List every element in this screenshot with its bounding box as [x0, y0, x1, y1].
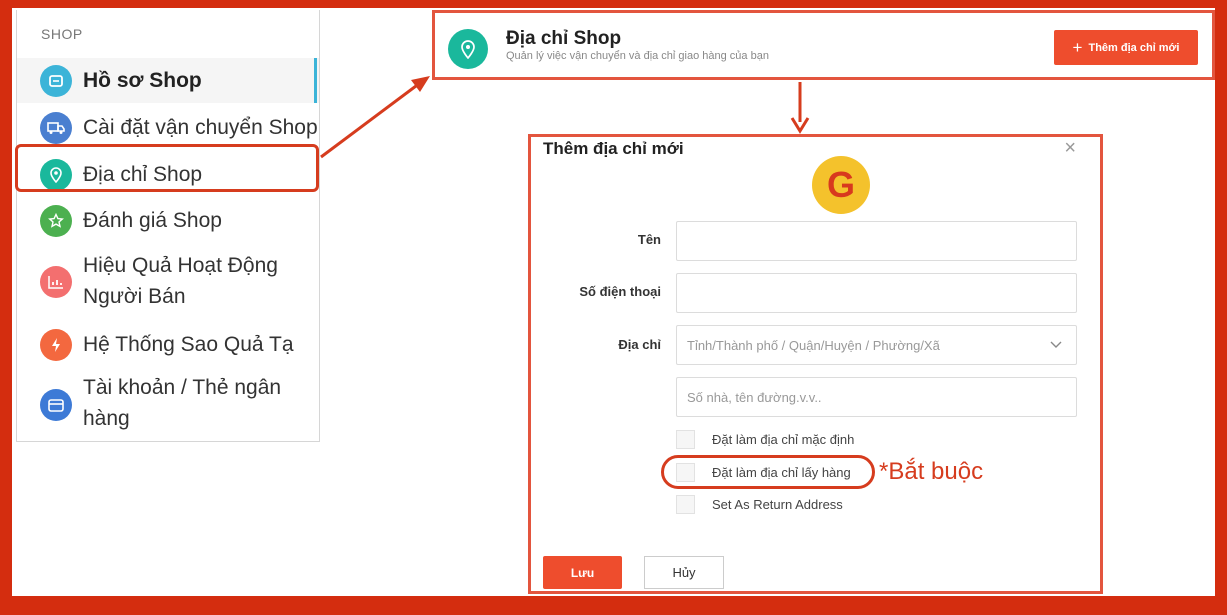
- sidebar-item-star-system[interactable]: Hệ Thống Sao Quả Tạ: [17, 326, 319, 366]
- sidebar-item-shop-rating[interactable]: Đánh giá Shop: [17, 202, 319, 242]
- sidebar-item-label: Hồ sơ Shop: [83, 69, 202, 92]
- return-address-label: Set As Return Address: [712, 497, 843, 512]
- return-address-checkbox[interactable]: [676, 495, 695, 514]
- dialog-title: Thêm địa chỉ mới: [543, 139, 684, 158]
- region-select[interactable]: Tỉnh/Thành phố / Quận/Huyện / Phường/Xã: [676, 325, 1077, 365]
- sidebar-item-label: Tài khoản / Thẻ ngân: [83, 376, 282, 399]
- default-address-row[interactable]: Đặt làm địa chỉ mặc định: [676, 430, 854, 449]
- shop-address-header: Địa chỉ Shop Quản lý việc vận chuyển và …: [432, 10, 1215, 80]
- sidebar-item-shop-profile[interactable]: Hồ sơ Shop: [17, 58, 319, 103]
- card-icon: [40, 389, 72, 421]
- return-address-row[interactable]: Set As Return Address: [676, 495, 843, 514]
- name-label: Tên: [637, 232, 661, 247]
- sidebar: SHOP Hồ sơ Shop Cài đặt vận chuyển Shop …: [16, 10, 320, 442]
- default-address-label: Đặt làm địa chỉ mặc định: [712, 432, 855, 447]
- phone-label: Số điện thoại: [579, 284, 661, 299]
- sidebar-item-seller-performance[interactable]: Hiệu Quả Hoạt Động Người Bán: [17, 250, 319, 314]
- sidebar-item-label: Hiệu Quả Hoạt Động: [83, 254, 278, 277]
- close-icon[interactable]: ×: [1064, 137, 1076, 160]
- add-address-label: Thêm địa chỉ mới: [1088, 41, 1180, 54]
- page-subtitle: Quản lý việc vận chuyển và địa chỉ giao …: [506, 50, 769, 62]
- highlight-shop-address: [15, 144, 319, 192]
- page-title: Địa chỉ Shop: [506, 28, 622, 49]
- address-label: Địa chỉ: [618, 337, 661, 352]
- add-address-dialog: Thêm địa chỉ mới × G Tên Số điện thoại Đ…: [528, 134, 1103, 594]
- name-field[interactable]: [676, 221, 1077, 261]
- sidebar-header: SHOP: [41, 26, 83, 42]
- sidebar-item-label: Đánh giá Shop: [83, 209, 222, 232]
- street-placeholder: Số nhà, tên đường.v.v..: [687, 389, 822, 405]
- phone-field[interactable]: [676, 273, 1077, 313]
- region-placeholder: Tỉnh/Thành phố / Quận/Huyện / Phường/Xã: [687, 337, 940, 353]
- profile-icon: [40, 65, 72, 97]
- cancel-button[interactable]: Hủy: [644, 556, 724, 589]
- required-note: *Bắt buộc: [879, 458, 984, 485]
- add-address-button[interactable]: + Thêm địa chỉ mới: [1054, 30, 1198, 65]
- sidebar-item-label-line2: hàng: [83, 407, 130, 430]
- required-highlight: [661, 455, 875, 489]
- truck-icon: [40, 112, 72, 144]
- save-button[interactable]: Lưu: [543, 556, 622, 589]
- lightning-icon: [40, 329, 72, 361]
- sidebar-item-bank-account[interactable]: Tài khoản / Thẻ ngân hàng: [17, 372, 319, 436]
- chart-icon: [40, 266, 72, 298]
- star-icon: [40, 205, 72, 237]
- chevron-down-icon: [1050, 337, 1062, 352]
- default-address-checkbox[interactable]: [676, 430, 695, 449]
- active-indicator: [314, 58, 317, 103]
- sidebar-item-label-line2: Người Bán: [83, 285, 186, 308]
- street-field[interactable]: Số nhà, tên đường.v.v..: [676, 377, 1077, 417]
- sidebar-item-label: Hệ Thống Sao Quả Tạ: [83, 333, 294, 356]
- g-badge: G: [812, 156, 870, 214]
- sidebar-item-label: Cài đặt vận chuyển Shop: [83, 116, 318, 139]
- plus-icon: +: [1072, 37, 1083, 57]
- location-pin-icon: [448, 29, 488, 69]
